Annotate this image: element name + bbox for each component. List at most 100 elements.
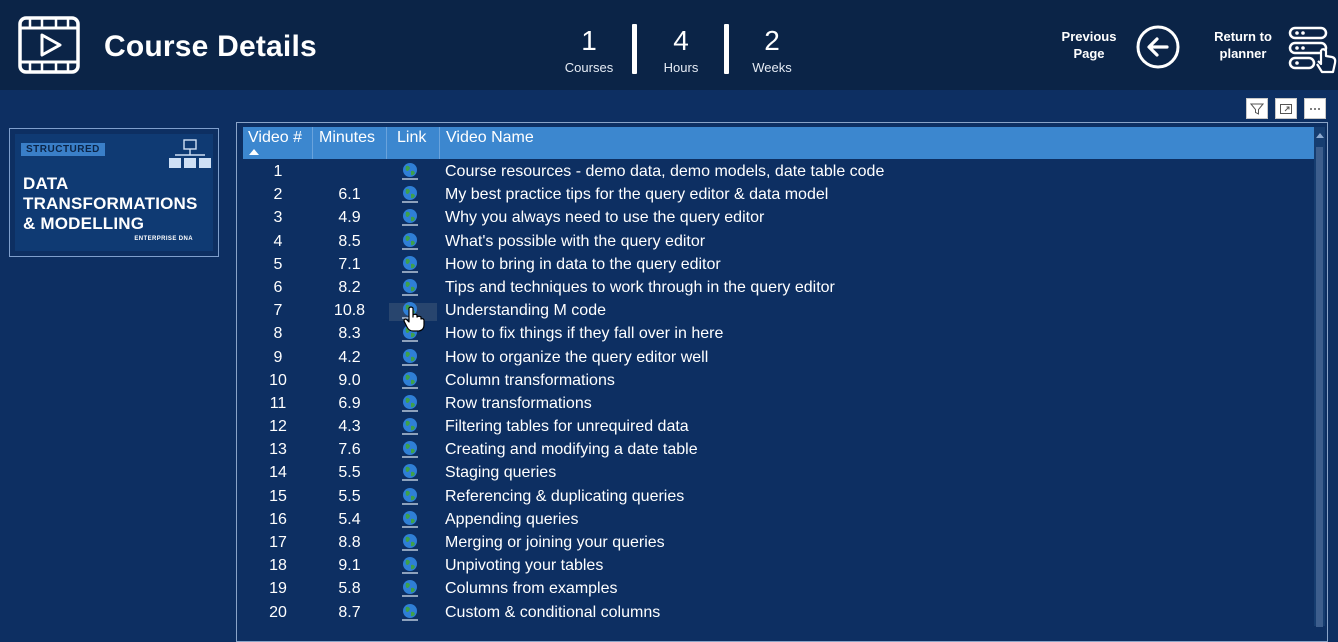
video-link[interactable] xyxy=(400,393,420,413)
video-link[interactable] xyxy=(400,509,420,529)
table-body: 1 Course resources - demo data, demo mode… xyxy=(243,161,1314,625)
table-row: 2 6.1 My best practice tips for the query … xyxy=(243,184,1314,207)
more-options-button[interactable] xyxy=(1304,98,1326,119)
video-link[interactable] xyxy=(400,161,420,181)
globe-link-icon xyxy=(402,186,418,203)
table-row: 3 4.9 Why you always need to use the query… xyxy=(243,207,1314,230)
return-planner-line2: planner xyxy=(1219,46,1267,61)
video-minutes: 8.8 xyxy=(338,534,361,551)
video-name: Tips and techniques to work through in t… xyxy=(445,278,835,296)
globe-link-icon xyxy=(402,580,418,598)
table-row: 20 8.7 Custom & conditional columns xyxy=(243,602,1314,625)
planner-icon[interactable] xyxy=(1288,26,1338,74)
video-number: 11 xyxy=(269,394,287,412)
stat-divider xyxy=(724,24,729,74)
table-row: 12 4.3 Filtering tables for unrequired dat… xyxy=(243,416,1314,439)
column-header-label: Video Name xyxy=(446,129,534,146)
globe-link-icon xyxy=(402,209,418,227)
video-number: 2 xyxy=(273,186,283,204)
stat-courses: 1 Courses xyxy=(554,24,624,75)
video-number: 7 xyxy=(273,302,283,320)
globe-link-icon xyxy=(402,394,418,412)
video-name: My best practice tips for the query edit… xyxy=(445,186,829,204)
table-row: 9 4.2 How to organize the query editor wel… xyxy=(243,347,1314,370)
table-row: 10 9.0 Column transformations xyxy=(243,370,1314,393)
video-link[interactable] xyxy=(400,207,420,227)
globe-link-icon xyxy=(402,534,418,551)
stat-hours-label: Hours xyxy=(663,60,699,75)
previous-page-label-line1: Previous xyxy=(1061,29,1117,44)
column-header-video-num[interactable]: Video # xyxy=(243,127,313,159)
previous-page-label[interactable]: Previous Page xyxy=(1056,28,1122,62)
video-number: 5 xyxy=(273,255,283,273)
video-name: Course resources - demo data, demo model… xyxy=(445,163,885,180)
video-minutes: 8.5 xyxy=(338,232,361,250)
video-minutes: 9.0 xyxy=(338,371,361,389)
video-number: 19 xyxy=(269,580,287,598)
video-number: 13 xyxy=(269,441,287,459)
video-name: Filtering tables for unrequired data xyxy=(445,418,689,436)
filter-icon xyxy=(1250,103,1264,115)
table-row: 17 8.8 Merging or joining your queries xyxy=(243,532,1314,555)
video-link[interactable] xyxy=(400,532,420,552)
video-link[interactable] xyxy=(400,578,420,598)
stat-courses-value: 1 xyxy=(581,25,597,56)
video-link[interactable] xyxy=(400,416,420,436)
video-name: Column transformations xyxy=(445,371,615,389)
course-title-line3: & MODELLING xyxy=(23,214,145,233)
video-number: 8 xyxy=(273,325,283,343)
video-link[interactable] xyxy=(400,231,420,251)
video-link[interactable] xyxy=(400,462,420,482)
video-number: 14 xyxy=(269,464,287,482)
scrollbar-thumb[interactable] xyxy=(1316,147,1323,627)
video-name: Understanding M code xyxy=(445,302,606,320)
sort-ascending-icon xyxy=(249,149,259,155)
video-minutes: 6.9 xyxy=(338,394,361,412)
video-link[interactable] xyxy=(400,184,420,204)
video-link[interactable] xyxy=(400,277,420,297)
video-link[interactable] xyxy=(400,370,420,390)
column-header-link[interactable]: Link xyxy=(387,127,440,159)
back-arrow-icon[interactable] xyxy=(1136,25,1180,69)
return-planner-line1: Return to xyxy=(1214,29,1272,44)
video-name: Row transformations xyxy=(445,394,592,412)
course-thumbnail: STRUCTURED DATA TRANSFORMATIONS & MODELL… xyxy=(9,128,219,257)
video-minutes: 5.4 xyxy=(338,510,361,528)
video-name: Why you always need to use the query edi… xyxy=(445,209,765,227)
return-to-planner-label[interactable]: Return to planner xyxy=(1206,28,1280,62)
table-row: 14 5.5 Staging queries xyxy=(243,462,1314,485)
scroll-up-icon[interactable] xyxy=(1316,133,1324,138)
video-name: Merging or joining your queries xyxy=(445,534,665,551)
video-link[interactable] xyxy=(400,254,420,274)
header-bar: Course Details 1 Courses 4 Hours 2 Weeks… xyxy=(0,0,1338,90)
stat-hours-value: 4 xyxy=(673,25,689,56)
globe-link-icon xyxy=(402,510,418,528)
video-minutes: 5.5 xyxy=(338,487,361,505)
stat-weeks-value: 2 xyxy=(764,25,780,56)
course-title: DATA TRANSFORMATIONS & MODELLING xyxy=(23,174,198,234)
video-link[interactable] xyxy=(400,486,420,506)
video-link[interactable] xyxy=(400,602,420,622)
table-header: Video # Minutes Link Video Name xyxy=(243,127,1314,159)
focus-mode-button[interactable] xyxy=(1275,98,1297,119)
video-name: Custom & conditional columns xyxy=(445,603,661,621)
table-scrollbar[interactable] xyxy=(1314,127,1325,627)
course-tag: STRUCTURED xyxy=(21,143,105,156)
course-title-line1: DATA xyxy=(23,174,69,193)
table-row: 5 7.1 How to bring in data to the query ed… xyxy=(243,254,1314,277)
video-minutes: 4.3 xyxy=(338,418,361,436)
table-row: 6 8.2 Tips and techniques to work through … xyxy=(243,277,1314,300)
video-link[interactable] xyxy=(400,347,420,367)
table-row: 4 8.5 What's possible with the query edito… xyxy=(243,231,1314,254)
globe-link-icon xyxy=(402,557,418,574)
stat-courses-label: Courses xyxy=(564,60,614,75)
column-header-minutes[interactable]: Minutes xyxy=(313,127,387,159)
column-header-video-name[interactable]: Video Name xyxy=(440,127,1314,159)
video-link[interactable] xyxy=(400,555,420,575)
video-number: 9 xyxy=(273,348,283,366)
globe-link-icon xyxy=(402,255,418,273)
filter-button[interactable] xyxy=(1246,98,1268,119)
video-link[interactable] xyxy=(400,439,420,459)
video-minutes: 5.8 xyxy=(338,580,361,598)
video-name: Columns from examples xyxy=(445,580,618,598)
